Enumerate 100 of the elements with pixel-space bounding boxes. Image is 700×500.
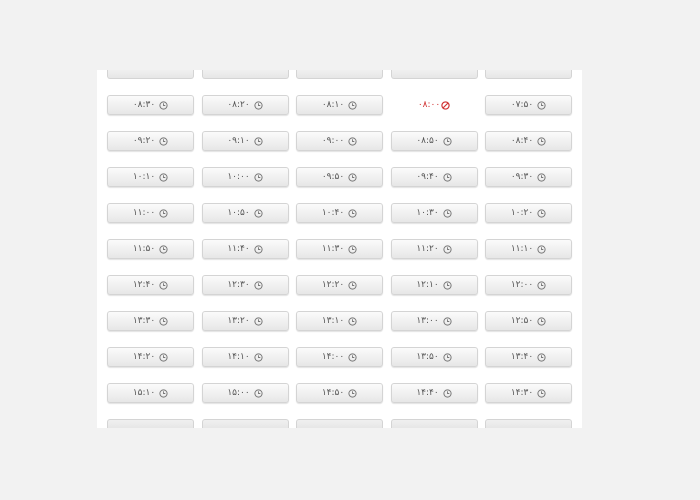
time-slot-button[interactable]: ۱۳:۲۰ [202,311,288,331]
clock-icon [442,208,452,218]
clock-icon [348,136,358,146]
time-slot-button[interactable]: ۱۴:۳۰ [485,383,572,403]
clock-icon [159,280,168,290]
clock-icon [159,316,168,326]
clock-icon [254,100,263,110]
clock-icon [537,388,546,398]
clock-icon [159,352,168,362]
clock-icon [348,352,358,362]
time-slot-button[interactable]: ۰۷:۵۰ [485,95,572,115]
time-slot-button[interactable]: ۱۲:۱۰ [390,275,478,295]
clock-icon [537,280,546,290]
clock-icon [442,388,452,398]
clock-icon [348,244,358,254]
time-slot-button[interactable]: ۱۳:۵۰ [390,347,478,367]
time-slot-button[interactable] [485,419,572,428]
clock-icon [254,136,263,146]
clock-icon [254,208,263,218]
clock-icon [442,244,452,254]
time-slot-button[interactable] [485,70,572,79]
clock-icon [537,136,546,146]
time-slot-button[interactable]: ۱۳:۳۰ [107,311,194,331]
time-slot-button[interactable] [202,70,288,79]
clock-icon [537,352,546,362]
time-slot-button[interactable]: ۱۱:۰۰ [107,203,194,223]
time-slot-button[interactable] [202,419,288,428]
time-slot-button[interactable]: ۱۱:۲۰ [390,239,478,259]
time-slot-button[interactable]: ۱۳:۴۰ [485,347,572,367]
time-slot-button[interactable]: ۱۰:۰۰ [202,167,288,187]
clock-icon [442,352,452,362]
time-slot-button[interactable] [390,419,478,428]
clock-icon [254,352,263,362]
clock-icon [348,208,358,218]
time-slot-button[interactable] [296,70,383,79]
time-slot-button[interactable]: ۱۰:۱۰ [107,167,194,187]
time-slot-button[interactable]: ۱۲:۴۰ [107,275,194,295]
clock-icon [348,388,358,398]
time-slot-button[interactable]: ۱۴:۰۰ [296,347,383,367]
blocked-icon [441,100,450,110]
time-slot-button[interactable] [107,419,194,428]
time-slot-button[interactable]: ۱۳:۰۰ [390,311,478,331]
time-slot-button[interactable]: ۱۲:۲۰ [296,275,383,295]
clock-icon [537,244,546,254]
time-slot-button[interactable]: ۱۱:۴۰ [202,239,288,259]
time-slot-button[interactable]: ۱۴:۲۰ [107,347,194,367]
clock-icon [159,136,168,146]
clock-icon [537,208,546,218]
clock-icon [254,172,263,182]
time-slot-button[interactable]: ۱۰:۲۰ [485,203,572,223]
clock-icon [348,280,358,290]
clock-icon [442,316,452,326]
clock-icon [537,100,546,110]
time-slot-button[interactable]: ۱۵:۱۰ [107,383,194,403]
time-slot-button[interactable]: ۱۴:۴۰ [390,383,478,403]
time-slot-button[interactable]: ۱۱:۱۰ [485,239,572,259]
time-slot-button[interactable] [390,70,478,79]
time-slot-button[interactable]: ۰۹:۰۰ [296,131,383,151]
time-slot-button[interactable]: ۰۸:۲۰ [202,95,288,115]
time-slot-button[interactable]: ۰۸:۵۰ [390,131,478,151]
time-slot-button[interactable]: ۰۸:۱۰ [296,95,383,115]
time-slot-button[interactable]: ۱۲:۰۰ [485,275,572,295]
time-slot-button[interactable]: ۰۹:۱۰ [202,131,288,151]
clock-icon [254,388,263,398]
time-slot-button[interactable]: ۱۴:۱۰ [202,347,288,367]
clock-icon [254,316,263,326]
unavailable-time-slot: ۰۸:۰۰ [390,95,478,115]
clock-icon [348,100,358,110]
clock-icon [442,280,452,290]
time-slot-button[interactable]: ۰۹:۳۰ [485,167,572,187]
time-slot-button[interactable]: ۱۱:۵۰ [107,239,194,259]
clock-icon [537,316,546,326]
clock-icon [442,172,452,182]
time-slot-button[interactable]: ۱۴:۵۰ [296,383,383,403]
clock-icon [254,244,263,254]
clock-icon [159,388,168,398]
clock-icon [159,244,168,254]
clock-icon [348,316,358,326]
time-slot-button[interactable]: ۰۸:۴۰ [485,131,572,151]
time-slot-button[interactable]: ۰۹:۴۰ [390,167,478,187]
time-slot-button[interactable]: ۱۰:۳۰ [390,203,478,223]
time-slot-button[interactable]: ۱۳:۱۰ [296,311,383,331]
time-slot-button[interactable] [296,419,383,428]
clock-icon [348,172,358,182]
time-slot-button[interactable]: ۰۸:۳۰ [107,95,194,115]
time-slot-button[interactable]: ۱۵:۰۰ [202,383,288,403]
time-slot-button[interactable] [107,70,194,79]
time-slot-button[interactable]: ۰۹:۵۰ [296,167,383,187]
clock-icon [159,172,168,182]
clock-icon [254,280,263,290]
time-slot-button[interactable]: ۰۹:۲۰ [107,131,194,151]
time-slot-button[interactable]: ۱۲:۳۰ [202,275,288,295]
clock-icon [442,136,452,146]
time-slot-button[interactable]: ۱۲:۵۰ [485,311,572,331]
time-slot-button[interactable]: ۱۱:۳۰ [296,239,383,259]
time-slot-button[interactable]: ۱۰:۵۰ [202,203,288,223]
clock-icon [159,100,168,110]
time-slot-button[interactable]: ۱۰:۴۰ [296,203,383,223]
clock-icon [537,172,546,182]
clock-icon [159,208,168,218]
